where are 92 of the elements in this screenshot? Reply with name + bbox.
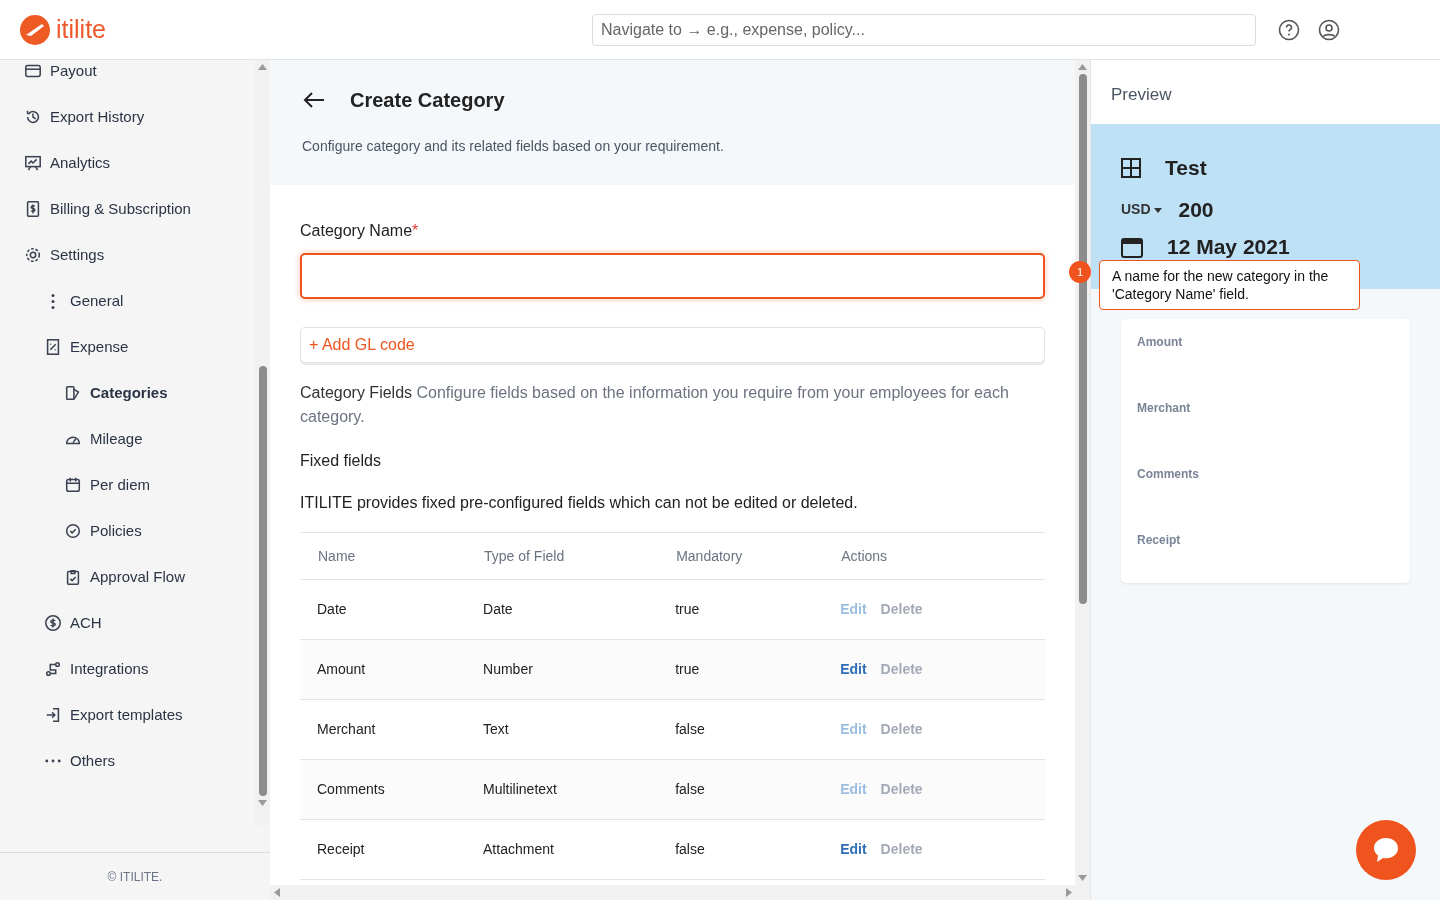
category-name-field[interactable] — [300, 253, 1045, 299]
tag-icon — [64, 384, 82, 402]
search-field[interactable]: Navigate to → e.g., expense, policy... — [592, 13, 1256, 46]
user-icon[interactable] — [1318, 18, 1340, 41]
chart-icon — [24, 154, 42, 172]
edit-link[interactable]: Edit — [840, 841, 867, 857]
sidebar-item[interactable]: Others — [0, 738, 255, 784]
sidebar-item[interactable]: Mileage — [0, 416, 255, 462]
table-cell: false — [658, 819, 824, 880]
receipt-icon — [44, 338, 62, 356]
history-icon — [24, 108, 42, 126]
tooltip: A name for the new category in the 'Category Name' field. — [1099, 260, 1360, 310]
sidebar-item[interactable]: ACH — [0, 600, 255, 646]
chat-icon — [1371, 835, 1401, 865]
sidebar-item[interactable]: Integrations — [0, 646, 255, 692]
dollar-icon — [44, 614, 62, 632]
currency-dropdown[interactable]: USD — [1121, 198, 1163, 220]
field-label: Category Name* — [300, 221, 420, 241]
table-cell: Number — [466, 639, 659, 700]
card-icon — [24, 62, 42, 80]
scroll-right-icon[interactable] — [1066, 888, 1072, 897]
scroll-down-icon[interactable] — [1078, 875, 1087, 881]
copyright-text: © ITILITE. — [107, 868, 163, 886]
amount-value: 200 — [1178, 196, 1214, 223]
chat-button[interactable] — [1356, 820, 1416, 880]
step-badge: 1 — [1069, 261, 1091, 283]
table-cell: Date — [300, 579, 467, 640]
settings-icon — [24, 246, 42, 264]
column-header: Actions — [823, 532, 1045, 580]
table-cell: false — [658, 759, 824, 820]
receipt-icon — [24, 200, 42, 218]
sidebar-item[interactable]: Per diem — [0, 462, 255, 508]
scrollbar[interactable] — [255, 60, 270, 825]
sidebar-item[interactable]: General — [0, 278, 255, 324]
field-label: Comments — [1137, 467, 1199, 481]
field-label: Receipt — [1137, 533, 1181, 547]
date-value: 12 May 2021 — [1167, 234, 1290, 260]
table-cell: Multilinetext — [466, 759, 659, 820]
calendar-icon — [1121, 235, 1143, 258]
table-cell: Attachment — [466, 819, 659, 880]
sidebar-item[interactable]: Billing & Subscription — [0, 186, 255, 232]
column-header: Type of Field — [466, 532, 659, 580]
scroll-left-icon[interactable] — [274, 888, 280, 897]
page-title: Create Category — [350, 88, 505, 112]
sidebar-item[interactable]: Approval Flow — [0, 554, 255, 600]
sidebar-item[interactable]: Policies — [0, 508, 255, 554]
page-subtitle: Configure category and its related fields based on your requirement. — [302, 137, 725, 156]
more-icon — [45, 759, 61, 763]
section-title: Fixed fields — [300, 451, 382, 471]
check-badge-icon — [64, 522, 82, 540]
table-cell: Merchant — [300, 699, 467, 760]
scroll-up-icon[interactable] — [258, 64, 267, 70]
help-icon[interactable] — [1278, 18, 1300, 41]
section-description: ITILITE provides fixed pre-configured fields which can not be edited or deleted. — [300, 493, 859, 513]
sidebar-item[interactable]: Export History — [0, 94, 255, 140]
kebab-icon — [51, 293, 55, 309]
logo-text: itilite — [56, 13, 106, 45]
category-fields-text: Category Fields Configure fields based on the information you require from your employees for each category. — [300, 383, 1010, 427]
scrollbar[interactable] — [1075, 60, 1090, 885]
table-cell: false — [658, 699, 824, 760]
integration-icon — [44, 660, 62, 678]
calendar-icon — [64, 476, 82, 494]
back-arrow-icon[interactable] — [302, 91, 326, 109]
sidebar-item[interactable]: Settings — [0, 232, 255, 278]
clipboard-check-icon — [64, 568, 82, 586]
table-cell: true — [658, 639, 824, 700]
column-header: Mandatory — [658, 532, 824, 580]
sidebar-item[interactable]: Payout — [0, 60, 255, 82]
scrollbar[interactable] — [270, 885, 1090, 900]
field-label: Amount — [1137, 335, 1183, 349]
sidebar-item[interactable]: Analytics — [0, 140, 255, 186]
column-header: Name — [300, 532, 467, 580]
logo-icon — [20, 14, 50, 45]
scroll-up-icon[interactable] — [1078, 64, 1087, 70]
caret-icon — [1154, 207, 1163, 213]
table-cell: Comments — [300, 759, 467, 820]
sidebar-item[interactable]: Export templates — [0, 692, 255, 738]
preview-title: Preview — [1111, 85, 1172, 104]
category-name: Test — [1165, 155, 1207, 181]
table-cell: Date — [466, 579, 659, 640]
sidebar-item[interactable]: Categories — [0, 370, 255, 416]
table-cell: Receipt — [300, 819, 467, 880]
field-label: Merchant — [1137, 401, 1191, 415]
table-cell: Text — [466, 699, 659, 760]
edit-link[interactable]: Edit — [840, 661, 867, 677]
table-cell: true — [658, 579, 824, 640]
grid-icon — [1121, 157, 1141, 178]
add-gl-code-button[interactable]: + Add GL code — [300, 327, 1045, 363]
scroll-down-icon[interactable] — [258, 800, 267, 806]
table-cell: Amount — [300, 639, 467, 700]
export-icon — [44, 706, 62, 724]
sidebar-item[interactable]: Expense — [0, 324, 255, 370]
